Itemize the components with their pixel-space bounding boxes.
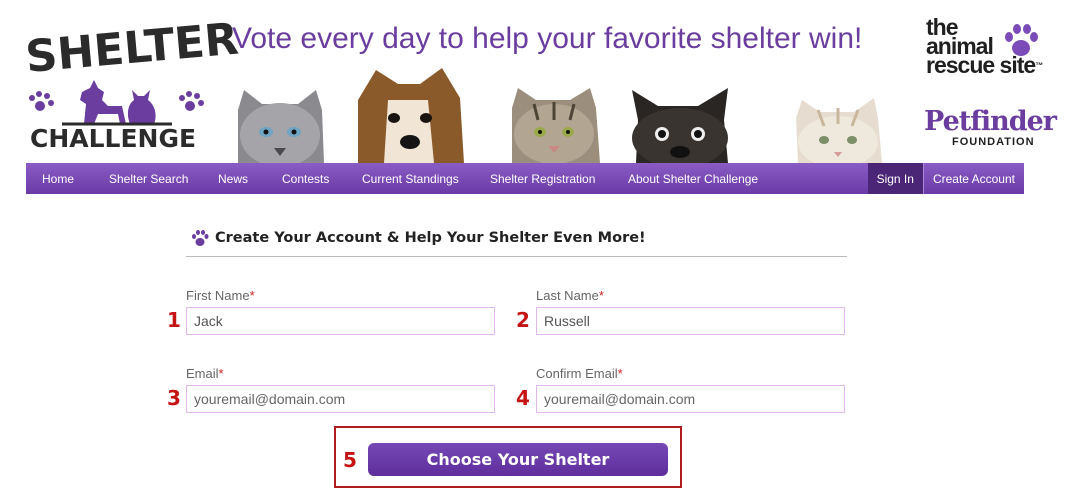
nav-home[interactable]: Home (42, 172, 74, 186)
paw-icon (1005, 24, 1038, 56)
tabby-cat-image (512, 88, 600, 163)
confirm-email-field[interactable] (536, 385, 845, 413)
step-2-marker: 2 (516, 308, 530, 332)
step-3-marker: 3 (167, 386, 181, 410)
form-heading: Create Your Account & Help Your Shelter … (190, 228, 646, 248)
pets-banner-image (238, 68, 882, 163)
required-marker: * (598, 288, 604, 303)
sheltie-dog-image (358, 68, 464, 163)
step-1-marker: 1 (167, 308, 181, 332)
main-nav: Home Shelter Search News Contests Curren… (26, 163, 1024, 194)
required-marker: * (617, 366, 623, 381)
last-name-field[interactable] (536, 307, 845, 335)
step-5-marker: 5 (343, 448, 357, 472)
required-marker: * (218, 366, 224, 381)
nav-current-standings[interactable]: Current Standings (362, 172, 459, 186)
petfinder-name: Petfinder (924, 106, 1057, 137)
siamese-cat-image (238, 90, 324, 163)
petfinder-foundation-logo[interactable]: Petfinder FOUNDATION (924, 106, 1057, 158)
nav-shelter-registration[interactable]: Shelter Registration (490, 172, 595, 186)
logo-challenge-text: CHALLENGE (30, 124, 197, 153)
petfinder-sub: FOUNDATION (952, 136, 1035, 148)
nav-news[interactable]: News (218, 172, 248, 186)
animal-rescue-site-logo[interactable]: the animal rescue site™ (926, 16, 1051, 88)
step-4-marker: 4 (516, 386, 530, 410)
logo-pets-icon (29, 80, 204, 126)
paw-icon (192, 230, 209, 246)
email-field[interactable] (186, 385, 495, 413)
first-name-field[interactable] (186, 307, 495, 335)
form-title: Create Your Account & Help Your Shelter … (215, 230, 646, 246)
confirm-email-label: Confirm Email* (536, 366, 623, 381)
nav-about[interactable]: About Shelter Challenge (628, 172, 758, 186)
shelter-challenge-logo[interactable]: SHELTER CHALLENGE (22, 14, 241, 157)
last-name-label: Last Name* (536, 288, 604, 303)
email-label: Email* (186, 366, 224, 381)
sign-in-link[interactable]: Sign In (867, 163, 923, 194)
first-name-label: First Name* (186, 288, 255, 303)
nav-shelter-search[interactable]: Shelter Search (109, 172, 188, 186)
white-kitten-image (796, 98, 882, 163)
create-account-link[interactable]: Create Account (922, 163, 1024, 194)
french-bulldog-image (632, 88, 728, 163)
logo-shelter-text: SHELTER (23, 13, 241, 83)
heading-divider (186, 256, 847, 257)
choose-your-shelter-button[interactable]: Choose Your Shelter (368, 443, 668, 476)
nav-account-links: Sign In Create Account (867, 163, 1024, 194)
required-marker: * (249, 288, 255, 303)
nav-contests[interactable]: Contests (282, 172, 329, 186)
site-header: SHELTER CHALLENGE Vote every day to help… (0, 0, 1065, 163)
trademark-mark: ™ (1035, 61, 1043, 70)
header-tagline: Vote every day to help your favorite she… (232, 22, 863, 55)
